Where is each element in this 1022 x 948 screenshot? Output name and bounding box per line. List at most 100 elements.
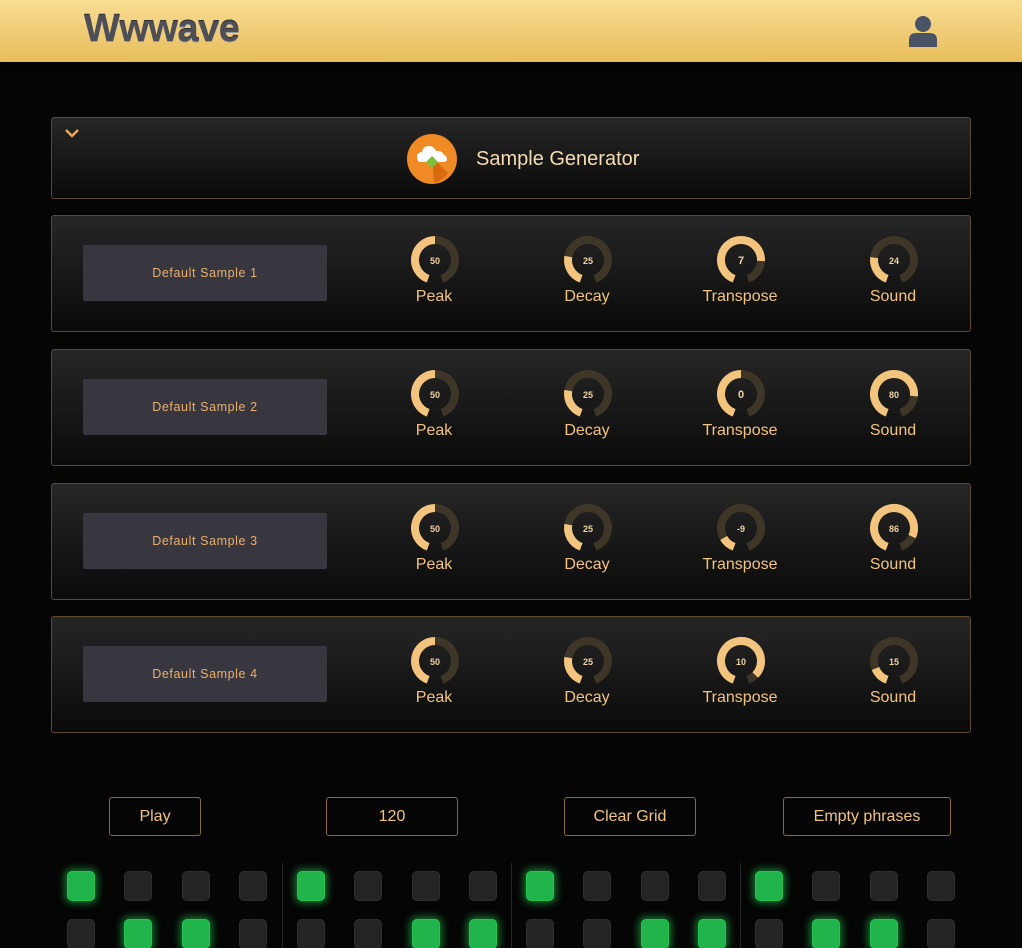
knob-value: 25 bbox=[583, 256, 593, 266]
knob-fill bbox=[564, 255, 583, 283]
knob-dial[interactable]: 10 bbox=[715, 635, 767, 687]
sequencer-step[interactable] bbox=[812, 919, 841, 948]
group-divider bbox=[282, 863, 283, 948]
knob-fill bbox=[564, 389, 583, 417]
knob-dial[interactable]: 15 bbox=[868, 635, 920, 687]
knob-label: Sound bbox=[869, 288, 917, 305]
knob-dial[interactable]: 25 bbox=[562, 502, 614, 554]
chevron-down-icon[interactable] bbox=[64, 126, 80, 140]
sample-name-button[interactable]: Default Sample 4 bbox=[83, 646, 327, 702]
clear-grid-button[interactable]: Clear Grid bbox=[564, 797, 696, 836]
knob-transpose: 0 Transpose bbox=[685, 368, 795, 448]
knob-label: Peak bbox=[415, 288, 453, 305]
play-button[interactable]: Play bbox=[109, 797, 201, 836]
sequencer-step[interactable] bbox=[812, 871, 841, 901]
knob-value: 24 bbox=[889, 256, 899, 266]
knob-label: Decay bbox=[564, 556, 610, 573]
knob-decay: 25 Decay bbox=[532, 368, 642, 448]
knob-dial[interactable]: 50 bbox=[409, 368, 461, 420]
sequencer-step[interactable] bbox=[297, 871, 325, 901]
knob-fill bbox=[720, 535, 736, 551]
sequencer-step[interactable] bbox=[640, 871, 669, 901]
sequencer-step[interactable] bbox=[411, 919, 440, 948]
knob-dial[interactable]: 25 bbox=[562, 368, 614, 420]
sequencer-step[interactable] bbox=[640, 919, 669, 948]
knob-label: Peak bbox=[415, 422, 453, 439]
sample-name-button[interactable]: Default Sample 2 bbox=[83, 379, 327, 435]
sequencer-step[interactable] bbox=[181, 871, 210, 901]
sequencer-step[interactable] bbox=[354, 871, 383, 901]
knob-fill bbox=[871, 666, 889, 684]
sequencer-step[interactable] bbox=[238, 871, 267, 901]
knob-dial[interactable]: 24 bbox=[868, 234, 920, 286]
sequencer-step[interactable] bbox=[755, 919, 783, 948]
empty-phrases-button[interactable]: Empty phrases bbox=[783, 797, 951, 836]
knob-label: Sound bbox=[869, 556, 917, 573]
sequencer-step[interactable] bbox=[526, 919, 554, 948]
knob-label: Decay bbox=[564, 689, 610, 706]
knob-decay: 25 Decay bbox=[532, 502, 642, 582]
knob-fill bbox=[564, 523, 583, 551]
knob-dial[interactable]: 80 bbox=[868, 368, 920, 420]
knob-label: Transpose bbox=[702, 288, 778, 305]
sequencer-step[interactable] bbox=[926, 871, 955, 901]
knob-value: 50 bbox=[430, 390, 440, 400]
sample-panel: Default Sample 3 50 Peak 25 Decay -9 Transpose… bbox=[51, 483, 971, 600]
knob-dial[interactable]: 7 bbox=[715, 234, 767, 286]
knob-value: 25 bbox=[583, 390, 593, 400]
group-divider bbox=[511, 863, 512, 948]
knob-value: 25 bbox=[583, 657, 593, 667]
sequencer-step[interactable] bbox=[297, 919, 325, 948]
knob-decay: 25 Decay bbox=[532, 234, 642, 314]
tempo-input[interactable]: 120 bbox=[326, 797, 458, 836]
knob-value: 7 bbox=[738, 255, 744, 267]
knob-peak: 50 Peak bbox=[379, 635, 489, 715]
sequencer-step[interactable] bbox=[869, 871, 898, 901]
sequencer-step[interactable] bbox=[67, 871, 95, 901]
sequencer-step[interactable] bbox=[869, 919, 898, 948]
sequencer-step[interactable] bbox=[124, 919, 153, 948]
knob-fill bbox=[870, 257, 889, 283]
knob-peak: 50 Peak bbox=[379, 502, 489, 582]
knob-value: 80 bbox=[889, 390, 899, 400]
knob-dial[interactable]: 25 bbox=[562, 635, 614, 687]
knob-value: 15 bbox=[889, 657, 899, 667]
knob-value: 10 bbox=[736, 657, 746, 667]
sequencer-step[interactable] bbox=[67, 919, 95, 948]
knob-dial[interactable]: 50 bbox=[409, 234, 461, 286]
knob-value: 50 bbox=[430, 657, 440, 667]
sequencer-step[interactable] bbox=[238, 919, 267, 948]
sequencer-step[interactable] bbox=[468, 871, 497, 901]
sequencer-step[interactable] bbox=[926, 919, 955, 948]
user-icon[interactable] bbox=[905, 14, 941, 48]
app-logo[interactable]: Wwwave bbox=[84, 8, 240, 51]
knob-value: 86 bbox=[889, 524, 899, 534]
knob-label: Peak bbox=[415, 689, 453, 706]
sequencer-step[interactable] bbox=[697, 919, 726, 948]
sequencer-step[interactable] bbox=[755, 871, 783, 901]
sequencer-step[interactable] bbox=[583, 919, 612, 948]
knob-dial[interactable]: 50 bbox=[409, 502, 461, 554]
knob-dial[interactable]: 25 bbox=[562, 234, 614, 286]
sequencer-step[interactable] bbox=[697, 871, 726, 901]
sequencer-step[interactable] bbox=[411, 871, 440, 901]
knob-label: Transpose bbox=[702, 422, 778, 439]
knob-label: Transpose bbox=[702, 556, 778, 573]
sequencer-step[interactable] bbox=[526, 871, 554, 901]
knob-label: Decay bbox=[564, 288, 610, 305]
sequencer-step[interactable] bbox=[354, 919, 383, 948]
knob-transpose: 10 Transpose bbox=[685, 635, 795, 715]
knob-dial[interactable]: -9 bbox=[715, 502, 767, 554]
sample-name-button[interactable]: Default Sample 1 bbox=[83, 245, 327, 301]
knob-dial[interactable]: 50 bbox=[409, 635, 461, 687]
sequencer-step[interactable] bbox=[468, 919, 497, 948]
knob-sound: 86 Sound bbox=[838, 502, 948, 582]
knob-dial[interactable]: 86 bbox=[868, 502, 920, 554]
sequencer-step[interactable] bbox=[583, 871, 612, 901]
knob-dial[interactable]: 0 bbox=[715, 368, 767, 420]
cloud-diamond-icon bbox=[406, 133, 458, 185]
sequencer-step[interactable] bbox=[124, 871, 153, 901]
sequencer-step[interactable] bbox=[181, 919, 210, 948]
knob-decay: 25 Decay bbox=[532, 635, 642, 715]
sample-name-button[interactable]: Default Sample 3 bbox=[83, 513, 327, 569]
